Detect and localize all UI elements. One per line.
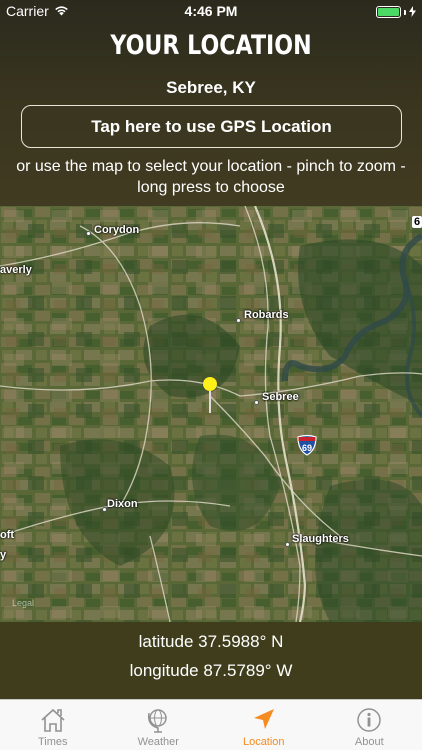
town-dot-corydon [86, 231, 91, 236]
map-label-sebree: Sebree [262, 391, 299, 403]
interstate-number: 69 [302, 443, 312, 453]
tab-label-about: About [354, 736, 384, 748]
satellite-map[interactable]: Corydon averly Robards Sebree Dixon Slau… [0, 206, 422, 622]
longitude-text: longitude 87.5789° W [129, 661, 293, 680]
interstate-shield-icon: 69 [297, 434, 317, 456]
map-terrain [0, 206, 422, 622]
tab-bar: Times Weather Location About [0, 699, 422, 750]
town-dot-robards [236, 318, 241, 323]
map-label-dixon: Dixon [107, 498, 138, 510]
battery-icon [376, 6, 401, 18]
map-label-corydon: Corydon [94, 224, 140, 236]
pin-stick [209, 391, 211, 413]
status-bar: Carrier 4:46 PM [0, 0, 422, 22]
selected-location-pin[interactable] [203, 377, 217, 391]
tab-label-weather: Weather [137, 736, 179, 748]
location-header: YOUR LOCATION Sebree, KY Tap here to use… [0, 0, 422, 206]
use-gps-button[interactable]: Tap here to use GPS Location [21, 105, 402, 148]
tab-location[interactable]: Location [211, 700, 317, 750]
map-legal-link[interactable]: Legal [12, 598, 34, 608]
map-label-robards: Robards [244, 309, 289, 321]
tab-weather[interactable]: Weather [106, 700, 212, 750]
map-label-edge-bottom: y [0, 549, 7, 561]
map-label-waverly: averly [0, 264, 32, 276]
map-instructions: or use the map to select your location -… [16, 158, 406, 196]
map-label-slaughters: Slaughters [292, 533, 349, 545]
info-icon [357, 708, 381, 732]
tab-times[interactable]: Times [0, 700, 106, 750]
current-place-name: Sebree, KY [166, 78, 256, 97]
coordinates-panel: latitude 37.5988° N longitude 87.5789° W [0, 622, 422, 699]
map-edge-badge: 6 [412, 216, 422, 228]
latitude-text: latitude 37.5988° N [138, 632, 284, 651]
page-title: YOUR LOCATION [110, 30, 312, 61]
tab-label-times: Times [37, 736, 68, 748]
town-dot-sebree [254, 400, 259, 405]
house-icon [41, 708, 65, 732]
charging-bolt-icon [409, 4, 416, 20]
town-dot-dixon [102, 507, 107, 512]
tab-about[interactable]: About [317, 700, 422, 750]
battery-tip [404, 9, 406, 15]
globe-icon [148, 709, 167, 733]
map-label-edge-top: oft [0, 529, 15, 541]
location-arrow-icon [253, 709, 274, 729]
status-time: 4:46 PM [184, 3, 238, 19]
tab-label-location: Location [242, 736, 285, 748]
town-dot-slaughters [285, 542, 290, 547]
